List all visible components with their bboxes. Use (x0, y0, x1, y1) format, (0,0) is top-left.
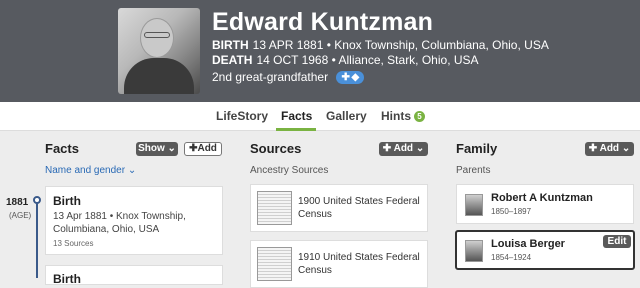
family-member-card-selected[interactable]: Louisa Berger 1854–1924 Edit (455, 230, 635, 270)
source-label: 1900 United States Federal Census (298, 196, 420, 220)
hints-count-badge: 5 (414, 111, 425, 122)
census-thumbnail (257, 191, 292, 225)
census-thumbnail (257, 247, 292, 281)
source-card[interactable]: 1900 United States Federal Census (250, 184, 428, 232)
show-label: Show (138, 143, 165, 154)
timeline-year: 1881 (6, 197, 29, 208)
tag-icon: ◆ (351, 72, 360, 84)
birth-card-detail: 13 Apr 1881 • Knox Township, Columbiana,… (53, 211, 186, 235)
death-value: 14 OCT 1968 • Alliance, Stark, Ohio, USA (256, 53, 479, 67)
tab-facts[interactable]: Facts (281, 109, 312, 123)
ancestry-sources-label: Ancestry Sources (250, 165, 329, 176)
tab-bar: LifeStory Facts Gallery Hints 5 (0, 102, 640, 131)
birth-value: 13 APR 1881 • Knox Township, Columbiana,… (252, 38, 549, 52)
sources-add-label: Add (393, 143, 414, 154)
source-label: 1910 United States Federal Census (298, 252, 420, 276)
death-label: DEATH (212, 53, 253, 67)
chevron-down-icon: ⌄ (127, 165, 137, 176)
tab-hints[interactable]: Hints 5 (381, 109, 425, 123)
tab-hints-label: Hints (381, 109, 411, 123)
death-line: DEATH 14 OCT 1968 • Alliance, Stark, Ohio… (212, 53, 479, 67)
relationship-text: 2nd great-grandfather (212, 70, 329, 84)
plus-icon: ✚ (382, 143, 392, 154)
name-gender-label: Name and gender (45, 165, 126, 176)
photo-head (140, 18, 174, 58)
photo-glasses (144, 32, 170, 38)
timeline-age: (AGE) (9, 211, 32, 220)
member-dates: 1854–1924 (491, 253, 532, 262)
birth-fact-card[interactable]: Birth 13 Apr 1881 • Knox Township, Colum… (45, 186, 223, 255)
name-gender-filter[interactable]: Name and gender ⌄ (45, 165, 136, 176)
family-add-label: Add (599, 143, 620, 154)
sources-title: Sources (250, 141, 302, 156)
active-tab-indicator (276, 128, 316, 131)
source-card[interactable]: 1910 United States Federal Census (250, 240, 428, 288)
chevron-down-icon: ⌄ (167, 143, 176, 154)
fact-card[interactable]: Birth (45, 265, 223, 286)
person-photo[interactable] (118, 8, 200, 94)
person-header: Edward Kuntzman BIRTH 13 APR 1881 • Knox … (0, 0, 640, 102)
member-dates: 1850–1897 (491, 207, 532, 216)
sources-add-button[interactable]: ✚ Add ⌄ (379, 142, 428, 156)
facts-add-button[interactable]: ✚Add (184, 142, 222, 156)
relationship-icon[interactable]: ✚ ◆ (336, 71, 365, 85)
family-add-button[interactable]: ✚ Add ⌄ (585, 142, 634, 156)
relationship-line: 2nd great-grandfather ✚ ◆ (212, 70, 365, 85)
person-name: Edward Kuntzman (212, 8, 434, 36)
birth-label: BIRTH (212, 38, 249, 52)
timeline-dot (33, 196, 41, 204)
plus-icon: ✚ (588, 143, 598, 154)
birth-card-title: Birth (53, 194, 81, 208)
timeline-line (36, 197, 38, 278)
member-name: Louisa Berger (491, 238, 565, 250)
family-title: Family (456, 141, 498, 156)
member-name: Robert A Kuntzman (491, 192, 593, 204)
photo-body (124, 58, 194, 94)
facts-title: Facts (45, 141, 79, 156)
member-photo (465, 194, 483, 216)
chevron-down-icon: ⌄ (621, 143, 631, 154)
tab-gallery[interactable]: Gallery (326, 109, 367, 123)
fact-card-title: Birth (53, 272, 81, 286)
family-member-card[interactable]: Robert A Kuntzman 1850–1897 (456, 184, 634, 224)
birth-card-sources: 13 Sources (53, 239, 94, 248)
facts-add-label: Add (197, 143, 217, 154)
member-photo (465, 240, 483, 262)
tab-lifestory[interactable]: LifeStory (216, 109, 268, 123)
plus-icon: ✚ (341, 72, 350, 84)
show-button[interactable]: Show ⌄ (136, 142, 178, 156)
chevron-down-icon: ⌄ (415, 143, 425, 154)
birth-line: BIRTH 13 APR 1881 • Knox Township, Columb… (212, 38, 549, 52)
parents-label: Parents (456, 165, 491, 176)
edit-button[interactable]: Edit (603, 235, 631, 248)
